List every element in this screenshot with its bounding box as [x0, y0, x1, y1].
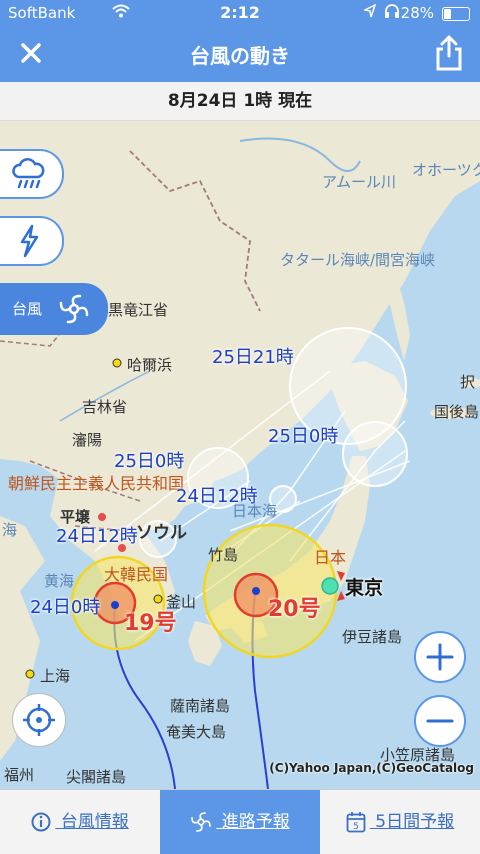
label-okhotsk: オホーツク — [412, 161, 480, 179]
label-satsunan: 薩南諸島 — [170, 697, 231, 715]
forecast-circle-25-0-east — [342, 421, 408, 487]
track-label-24-0: 24日0時 — [30, 597, 101, 618]
label-he: 海 — [2, 521, 18, 539]
current-time-bar: 8月24日 1時 現在 — [0, 82, 480, 121]
center-20 — [252, 587, 260, 595]
zoom-in-button[interactable] — [414, 631, 466, 683]
city-dot-harbin — [112, 358, 122, 368]
label-korea: 大韓民国 — [104, 565, 169, 584]
zoom-out-button[interactable] — [414, 695, 466, 747]
label-yellow-sea: 黄海 — [44, 572, 75, 590]
crosshair-icon — [23, 704, 55, 736]
center-19 — [111, 601, 119, 609]
city-dot-busan — [153, 594, 163, 604]
tab-typhoon-info[interactable]: 台風情報 — [0, 790, 160, 854]
map-base — [0, 121, 480, 789]
battery-icon — [442, 7, 470, 21]
label-dprk: 朝鮮民主主義人民共和国 — [8, 474, 185, 493]
label-etorofu: 択 — [460, 373, 476, 391]
label-kunashiri: 国後島 — [434, 403, 480, 421]
rain-layer-button[interactable] — [0, 149, 64, 199]
location-arrow-icon — [362, 3, 377, 22]
calendar-number: 5 — [353, 822, 359, 832]
label-seoul: ソウル — [136, 523, 187, 543]
label-amami: 奄美大島 — [166, 723, 227, 741]
info-icon — [31, 812, 51, 832]
tab-5day-forecast-label: 5日間予報 — [375, 812, 455, 832]
tab-forecast-track[interactable]: 進路予報 — [160, 790, 320, 854]
tab-forecast-track-label: 進路予報 — [221, 812, 290, 832]
tab-typhoon-info-label: 台風情報 — [60, 812, 129, 832]
minus-icon — [426, 719, 454, 723]
label-jilin: 吉林省 — [82, 398, 128, 416]
status-bar: SoftBank 2:12 28% — [0, 0, 480, 26]
nav-bar: 台風の動き — [0, 26, 480, 82]
typhoon-map[interactable]: アムール川 オホーツク タタール海峡/間宮海峡 黒竜江省 哈爾浜 吉林省 瀋陽 … — [0, 121, 480, 789]
bottom-tab-bar: 台風情報 進路予報 5 5日間予報 — [0, 789, 480, 854]
typhoon-layer-label: 台風 — [12, 300, 43, 318]
battery-percent: 28% — [400, 4, 434, 22]
label-heilongjiang: 黒竜江省 — [108, 301, 169, 319]
label-fuzhou: 福州 — [4, 766, 35, 784]
track-label-24-12-west: 24日12時 — [56, 526, 138, 547]
plus-icon — [426, 643, 454, 671]
calendar-icon: 5 — [346, 812, 366, 833]
headphones-icon — [384, 4, 400, 22]
lightning-layer-button[interactable] — [0, 216, 64, 266]
typhoon-19-label[interactable]: 19号 — [124, 605, 177, 637]
label-tokyo: 東京 — [345, 577, 384, 599]
current-location-button[interactable] — [12, 693, 66, 747]
page-title: 台風の動き — [190, 44, 290, 68]
city-dot-pyongyang — [98, 513, 106, 521]
label-takeshima: 竹島 — [208, 546, 239, 564]
track-label-25-21: 25日21時 — [212, 347, 294, 368]
label-senkaku: 尖閣諸島 — [66, 768, 127, 786]
label-amur: アムール川 — [322, 173, 396, 191]
typhoon-tab-icon — [191, 812, 212, 832]
label-japan: 日本 — [314, 548, 347, 567]
tokyo-marker — [321, 577, 339, 595]
city-dot-shanghai — [25, 669, 35, 679]
lightning-icon — [20, 224, 39, 258]
track-label-25-0-east: 25日0時 — [268, 426, 339, 447]
label-izu: 伊豆諸島 — [342, 628, 403, 646]
typhoon-20-label[interactable]: 20号 — [268, 591, 321, 623]
share-button[interactable] — [432, 34, 466, 72]
typhoon-layer-button[interactable]: 台風 — [0, 283, 108, 335]
label-shenyang: 瀋陽 — [72, 431, 103, 449]
tab-5day-forecast[interactable]: 5 5日間予報 — [320, 790, 480, 854]
share-icon — [436, 35, 462, 71]
track-label-25-0-west: 25日0時 — [114, 451, 185, 472]
track-label-24-12-east: 24日12時 — [176, 486, 258, 507]
rain-cloud-icon — [12, 158, 45, 189]
label-shanghai: 上海 — [40, 667, 71, 685]
typhoon-icon — [59, 294, 89, 324]
map-copyright: (C)Yahoo Japan,(C)GeoCatalog — [269, 761, 474, 775]
label-tatar: タタール海峡/間宮海峡 — [280, 251, 436, 269]
label-harbin: 哈爾浜 — [127, 356, 173, 374]
